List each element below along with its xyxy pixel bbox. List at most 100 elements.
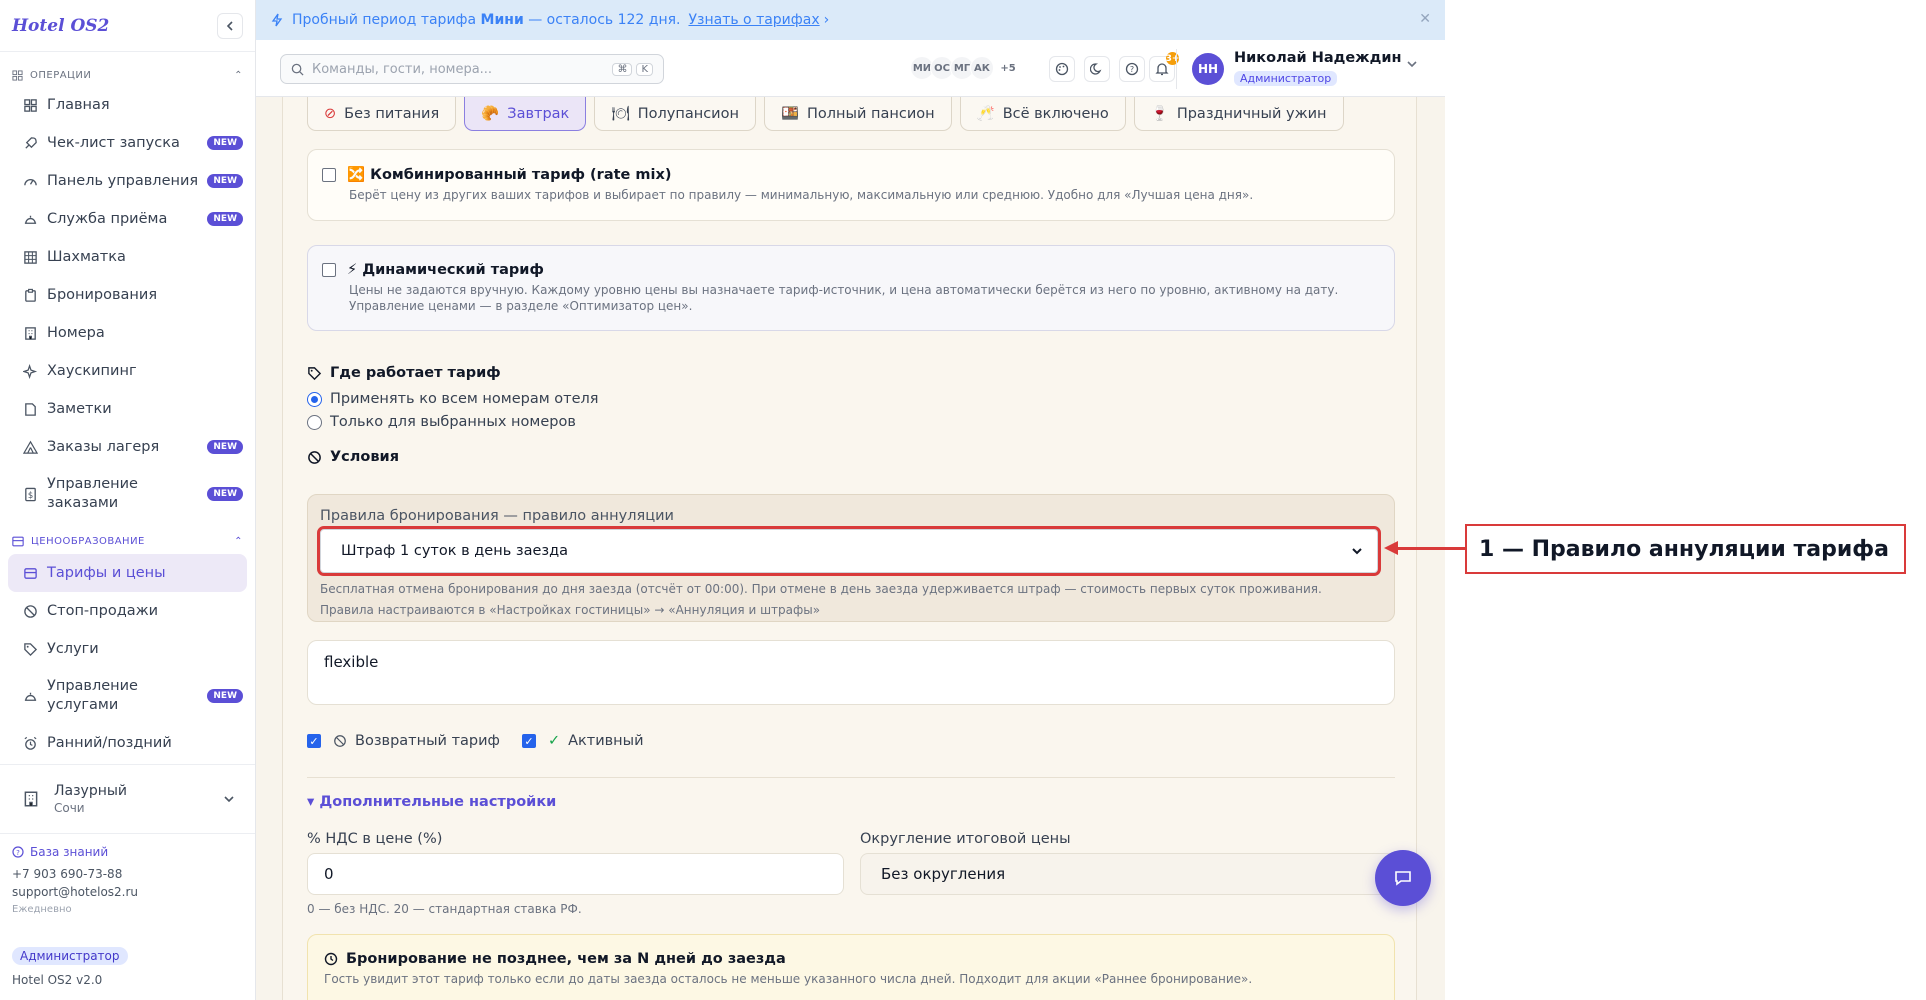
- banner-suffix: — осталось 122 дня.: [528, 12, 681, 28]
- user-avatar[interactable]: НН: [1192, 53, 1224, 85]
- divider: [307, 777, 1395, 778]
- sidebar-item-home[interactable]: Главная: [0, 86, 255, 124]
- cancellation-rule-label: Правила бронирования — правило аннуляции: [320, 508, 674, 524]
- sidebar-item-label: Служба приёма: [47, 210, 168, 227]
- sidebar-ops-list: Главная Чек-лист запуска NEW Панель упра…: [0, 86, 255, 522]
- refundable-toggle[interactable]: ✓ Возвратный тариф: [307, 733, 500, 749]
- sidebar-item-service-management[interactable]: Управление услугами NEW: [0, 668, 255, 724]
- active-toggle[interactable]: ✓ ✓ Активный: [521, 733, 644, 749]
- support-email[interactable]: support@hotelos2.ru: [12, 883, 242, 901]
- chat-button[interactable]: [1375, 850, 1431, 906]
- notification-count: 3+: [1165, 52, 1180, 65]
- sidebar-item-bookings[interactable]: Бронирования: [0, 276, 255, 314]
- sidebar-item-label: Услуги: [47, 640, 99, 657]
- command-search[interactable]: Команды, гости, номера... ⌘ K: [280, 54, 664, 84]
- user-role-badge: Администратор: [1234, 71, 1338, 86]
- ban-icon: [308, 450, 321, 464]
- table-grid-icon: [22, 249, 38, 265]
- app-logo[interactable]: Hotel OS2: [12, 16, 109, 36]
- tag-icon: [22, 641, 38, 657]
- chevron-up-icon: ⌃: [234, 535, 243, 547]
- rounding-select[interactable]: Без округления: [860, 853, 1395, 895]
- sidebar-item-label: Ранний/поздний: [47, 734, 172, 751]
- notifications-button[interactable]: 3+: [1149, 52, 1179, 82]
- vat-input[interactable]: 0: [307, 853, 844, 895]
- card-icon: [22, 565, 38, 581]
- advanced-settings-toggle[interactable]: ▾ Дополнительные настройки: [307, 794, 556, 810]
- meal-option-half-board[interactable]: 🍽 Полупансион: [594, 97, 756, 131]
- sidebar-item-order-management[interactable]: $ Управление заказами NEW: [0, 466, 255, 522]
- palette-button[interactable]: [1049, 56, 1075, 82]
- radio-unselected[interactable]: [307, 414, 322, 430]
- tag-icon: [308, 366, 322, 380]
- chevron-left-icon: [226, 20, 233, 31]
- chat-bubble-icon: [1395, 871, 1411, 886]
- radio-selected[interactable]: [307, 391, 322, 407]
- sidebar-footer: ? База знаний +7 903 690-73-88 support@h…: [12, 845, 242, 987]
- checkbox-checked[interactable]: ✓: [521, 734, 536, 748]
- rate-code-input[interactable]: flexible: [307, 640, 1395, 705]
- palette-icon: [1055, 62, 1069, 76]
- online-users[interactable]: МИ ОС МГ АК +5: [910, 56, 1020, 80]
- knowledge-base-link[interactable]: ? База знаний: [12, 845, 242, 859]
- radio-label: Применять ко всем номерам отеля: [330, 391, 599, 407]
- sidebar-item-notes[interactable]: Заметки: [0, 390, 255, 428]
- sidebar-item-rooms[interactable]: Номера: [0, 314, 255, 352]
- sidebar-item-stop-sales[interactable]: Стоп-продажи: [0, 592, 255, 630]
- meal-option-all-inclusive[interactable]: 🥂 Всё включено: [959, 97, 1126, 131]
- sidebar-item-label: Чек-лист запуска: [47, 134, 180, 151]
- conditions-section-title: Условия: [307, 449, 399, 465]
- sidebar-item-label: Заметки: [47, 400, 112, 417]
- sidebar-item-housekeeping[interactable]: Хаускипинг: [0, 352, 255, 390]
- sidebar-item-chessboard[interactable]: Шахматка: [0, 238, 255, 276]
- sidebar-item-launch-checklist[interactable]: Чек-лист запуска NEW: [0, 124, 255, 162]
- meal-option-label: Полный пансион: [807, 105, 935, 122]
- hotel-switcher[interactable]: Лазурный Сочи: [0, 764, 255, 834]
- sidebar-item-front-desk[interactable]: Служба приёма NEW: [0, 200, 255, 238]
- collapse-sidebar-button[interactable]: [217, 12, 243, 39]
- new-badge: NEW: [207, 440, 243, 454]
- scope-section-title: Где работает тариф: [307, 365, 501, 381]
- sidebar-item-label: Панель управления: [47, 172, 199, 189]
- support-phone[interactable]: +7 903 690-73-88: [12, 865, 242, 883]
- lightning-icon: [271, 13, 283, 27]
- bell-service-icon: [22, 211, 38, 227]
- learn-about-plans-link[interactable]: Узнать о тарифах: [688, 12, 819, 28]
- meal-option-full-board[interactable]: 🍱 Полный пансион: [763, 97, 952, 131]
- rocket-icon: [22, 135, 38, 151]
- user-avatar: АК: [970, 56, 994, 80]
- scope-option-selected[interactable]: Только для выбранных номеров: [307, 414, 576, 430]
- theme-toggle-button[interactable]: [1084, 56, 1110, 82]
- user-name[interactable]: Николай Надеждин: [1234, 50, 1402, 66]
- early-booking-title: Бронирование не позднее, чем за N дней д…: [346, 951, 786, 967]
- section-pricing[interactable]: ЦЕНООБРАЗОВАНИЕ ⌃: [0, 530, 255, 552]
- help-line: Правила настраиваются в «Настройках гост…: [320, 603, 821, 617]
- sidebar-item-rates[interactable]: Тарифы и цены: [8, 554, 247, 592]
- sidebar-item-services[interactable]: Услуги: [0, 630, 255, 668]
- scope-option-all[interactable]: Применять ко всем номерам отеля: [307, 391, 599, 407]
- vat-label: % НДС в цене (%): [307, 831, 443, 847]
- sidebar-item-camp-orders[interactable]: Заказы лагеря NEW: [0, 428, 255, 466]
- annotation-arrow-line: [1393, 547, 1465, 550]
- meal-option-none[interactable]: ⊘ Без питания: [307, 97, 457, 131]
- chevron-right-icon: ›: [823, 12, 830, 28]
- ban-icon: [22, 603, 38, 619]
- cancellation-rule-select[interactable]: Штраф 1 суток в день заезда: [317, 526, 1381, 576]
- rate-edit-form: ⊘ Без питания 🥐 Завтрак 🍽 Полупансион 🍱 Полн…: [282, 97, 1417, 1000]
- sidebar-item-early-late[interactable]: Ранний/поздний: [0, 724, 255, 762]
- sidebar-header: Hotel OS2: [0, 0, 255, 52]
- close-icon[interactable]: ✕: [1419, 11, 1431, 27]
- section-operations[interactable]: ОПЕРАЦИИ ⌃: [0, 64, 255, 86]
- meal-option-breakfast[interactable]: 🥐 Завтрак: [464, 97, 587, 131]
- section-title-text: Условия: [330, 449, 400, 465]
- checkbox-checked[interactable]: ✓: [307, 734, 321, 748]
- meal-option-festive-dinner[interactable]: 🍷 Праздничный ужин: [1133, 97, 1344, 131]
- grid-icon: [12, 69, 23, 81]
- sidebar-item-dashboard[interactable]: Панель управления NEW: [0, 162, 255, 200]
- rate-mix-title: 🔀 Комбинированный тариф (rate mix): [347, 167, 672, 183]
- food-box-icon: 🍱: [780, 106, 800, 122]
- chevron-down-icon[interactable]: [1406, 58, 1418, 70]
- help-button[interactable]: ?: [1119, 56, 1145, 82]
- rate-mix-checkbox[interactable]: [322, 167, 336, 182]
- dynamic-rate-checkbox[interactable]: [322, 263, 336, 277]
